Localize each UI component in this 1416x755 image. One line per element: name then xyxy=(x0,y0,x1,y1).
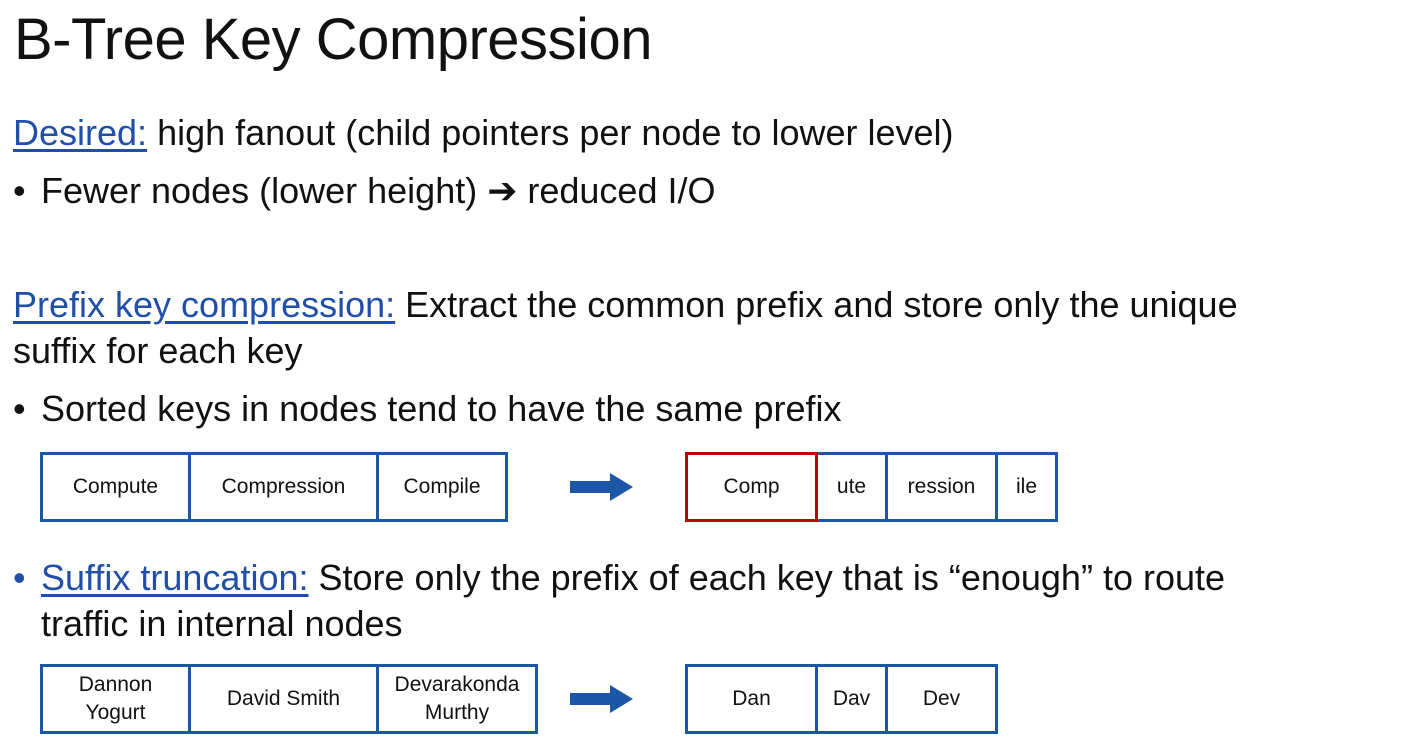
bullet-marker: • xyxy=(13,388,26,429)
suffix-label: Suffix truncation: xyxy=(41,557,309,598)
key-cell: Devarakonda Murthy xyxy=(376,664,538,734)
desired-bullet-before: Fewer nodes (lower height) xyxy=(41,170,488,211)
prefix-after-node: Comp ute ression ile xyxy=(685,452,1058,522)
suffix-line-2: traffic in internal nodes xyxy=(13,601,403,647)
key-cell: Compute xyxy=(40,452,191,522)
key-cell: Dev xyxy=(885,664,998,734)
page-title: B-Tree Key Compression xyxy=(14,7,652,72)
desired-bullet: • Fewer nodes (lower height) ➔ reduced I… xyxy=(13,168,715,214)
key-cell: Compression xyxy=(188,452,379,522)
common-prefix-cell: Comp xyxy=(685,452,818,522)
right-block-arrow-icon xyxy=(570,473,633,501)
bullet-marker: • xyxy=(13,557,26,598)
suffix-cell: ression xyxy=(885,452,998,522)
suffix-text-line1: Store only the prefix of each key that i… xyxy=(308,557,1226,598)
prefix-bullet: • Sorted keys in nodes tend to have the … xyxy=(13,386,841,432)
prefix-bullet-text: Sorted keys in nodes tend to have the sa… xyxy=(41,388,842,429)
prefix-before-node: Compute Compression Compile xyxy=(40,452,508,522)
suffix-cell: ute xyxy=(815,452,888,522)
key-cell: Dan xyxy=(685,664,818,734)
bullet-marker: • xyxy=(13,170,26,211)
key-cell: Dav xyxy=(815,664,888,734)
suffix-before-node: Dannon Yogurt David Smith Devarakonda Mu… xyxy=(40,664,538,734)
desired-bullet-after: reduced I/O xyxy=(517,170,716,211)
key-cell: David Smith xyxy=(188,664,379,734)
suffix-after-node: Dan Dav Dev xyxy=(685,664,998,734)
prefix-text-line1: Extract the common prefix and store only… xyxy=(395,284,1238,325)
prefix-line-1: Prefix key compression: Extract the comm… xyxy=(13,282,1238,328)
suffix-line-1: • Suffix truncation: Store only the pref… xyxy=(13,555,1225,601)
desired-line: Desired: high fanout (child pointers per… xyxy=(13,110,954,156)
suffix-text-line2: traffic in internal nodes xyxy=(41,603,403,644)
right-block-arrow-icon xyxy=(570,685,633,713)
key-cell: Dannon Yogurt xyxy=(40,664,191,734)
suffix-cell: ile xyxy=(995,452,1058,522)
right-arrow-icon: ➔ xyxy=(487,170,518,211)
prefix-label: Prefix key compression: xyxy=(13,284,396,325)
prefix-line-2: suffix for each key xyxy=(13,328,302,374)
desired-text: high fanout (child pointers per node to … xyxy=(147,112,954,153)
desired-label: Desired: xyxy=(13,112,148,153)
key-cell: Compile xyxy=(376,452,508,522)
prefix-text-line2: suffix for each key xyxy=(13,330,303,371)
